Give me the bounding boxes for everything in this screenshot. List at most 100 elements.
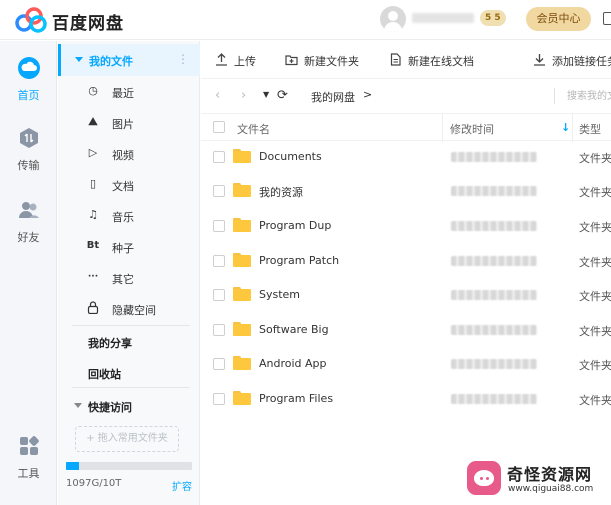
friends-icon: [18, 202, 39, 218]
modified-time-blurred: [451, 221, 537, 231]
back-icon[interactable]: ‹: [215, 88, 220, 103]
row-checkbox[interactable]: [213, 151, 225, 163]
online-doc-icon: [390, 53, 401, 66]
file-type: 文件夹: [579, 186, 611, 199]
level-badge: 5 5: [480, 10, 506, 26]
modified-time-blurred: [451, 186, 537, 196]
file-name[interactable]: Program Files: [259, 392, 333, 405]
row-checkbox[interactable]: [213, 289, 225, 301]
table-row[interactable]: System 文件夹: [201, 278, 611, 313]
modified-time-blurred: [451, 290, 537, 300]
row-checkbox[interactable]: [213, 393, 225, 405]
vip-center-button[interactable]: 会员中心: [526, 7, 591, 31]
more-vertical-icon[interactable]: ⋮: [177, 52, 189, 66]
quick-access-triangle-icon[interactable]: [74, 403, 82, 408]
column-header-name[interactable]: 文件名: [237, 121, 270, 137]
recycle-bin-link[interactable]: 回收站: [88, 366, 121, 382]
category-item-recent[interactable]: ◷ 最近: [86, 81, 196, 103]
search-divider: [554, 88, 555, 104]
file-name[interactable]: Android App: [259, 357, 327, 370]
rail-item-transfer[interactable]: 传输: [0, 127, 57, 173]
row-checkbox[interactable]: [213, 185, 225, 197]
top-header: 百度网盘 5 5 会员中心: [0, 0, 611, 40]
forward-icon[interactable]: ›: [241, 88, 246, 103]
site-watermark: 奇怪资源网 www.qiguai88.com: [463, 457, 611, 501]
table-row[interactable]: Android App 文件夹: [201, 347, 611, 382]
category-label: 视频: [112, 149, 134, 162]
modified-time-blurred: [451, 359, 537, 369]
navigation-row: ‹ › ▼ ⟳ 我的网盘 >: [201, 80, 611, 112]
column-divider[interactable]: [442, 114, 443, 142]
file-type: 文件夹: [579, 152, 611, 165]
category-label: 图片: [112, 118, 134, 131]
category-item-documents[interactable]: ▯ 文档: [86, 174, 196, 196]
category-item-hidden-space[interactable]: 隐藏空间: [86, 298, 196, 320]
rail-item-home[interactable]: 首页: [0, 57, 57, 103]
category-item-torrent[interactable]: Bt 种子: [86, 236, 196, 258]
category-item-images[interactable]: ⛰ 图片: [86, 112, 196, 134]
folder-icon: [233, 183, 251, 197]
left-rail: 首页 传输 好友 工具: [0, 41, 57, 505]
expand-storage-link[interactable]: 扩容: [172, 478, 192, 493]
avatar[interactable]: [380, 6, 406, 32]
sort-desc-icon[interactable]: ↓: [561, 121, 570, 134]
file-name[interactable]: Documents: [259, 150, 322, 163]
select-all-checkbox[interactable]: [213, 121, 225, 133]
row-checkbox[interactable]: [213, 358, 225, 370]
brand-title: 百度网盘: [52, 14, 124, 34]
file-name[interactable]: Program Patch: [259, 254, 339, 267]
column-divider[interactable]: [572, 114, 573, 142]
clock-icon: ◷: [88, 84, 98, 97]
breadcrumb[interactable]: 我的网盘: [311, 89, 355, 105]
storage-quota-text: 1097G/10T: [66, 478, 122, 489]
message-icon[interactable]: [603, 12, 611, 25]
history-dropdown-icon[interactable]: ▼: [263, 90, 269, 99]
watermark-logo-icon: [467, 461, 501, 495]
modified-time-blurred: [451, 152, 537, 162]
rail-label-transfer: 传输: [17, 159, 40, 172]
category-label: 其它: [112, 273, 134, 286]
file-name[interactable]: Program Dup: [259, 219, 331, 232]
category-item-video[interactable]: ▷ 视频: [86, 143, 196, 165]
table-row[interactable]: Program Dup 文件夹: [201, 209, 611, 244]
file-type: 文件夹: [579, 359, 611, 372]
row-checkbox[interactable]: [213, 255, 225, 267]
tools-icon: [19, 436, 39, 455]
folder-icon: [233, 149, 251, 163]
play-icon: ▷: [88, 146, 98, 159]
my-files-header[interactable]: 我的文件 ⋮: [58, 44, 200, 76]
file-name[interactable]: Software Big: [259, 323, 329, 336]
file-name[interactable]: System: [259, 288, 300, 301]
quick-access-header[interactable]: 快捷访问: [88, 399, 132, 415]
new-folder-icon: [285, 55, 298, 66]
rail-item-tools[interactable]: 工具: [0, 435, 57, 481]
table-row[interactable]: Software Big 文件夹: [201, 313, 611, 348]
category-item-other[interactable]: ··· 其它: [86, 267, 196, 289]
file-name[interactable]: 我的资源: [259, 184, 303, 200]
image-icon: ⛰: [88, 115, 98, 128]
folder-icon: [233, 322, 251, 336]
category-label: 种子: [112, 242, 134, 255]
search-input[interactable]: [567, 88, 611, 104]
table-row[interactable]: 我的资源 文件夹: [201, 174, 611, 209]
rail-label-friends: 好友: [17, 231, 40, 244]
my-share-link[interactable]: 我的分享: [88, 335, 132, 351]
collapse-triangle-icon[interactable]: [75, 57, 83, 62]
table-row[interactable]: Documents 文件夹: [201, 140, 611, 175]
row-checkbox[interactable]: [213, 220, 225, 232]
table-row[interactable]: Program Files 文件夹: [201, 382, 611, 417]
category-label: 最近: [112, 87, 134, 100]
table-row[interactable]: Program Patch 文件夹: [201, 244, 611, 279]
column-header-type[interactable]: 类型: [579, 121, 601, 137]
baidu-netdisk-logo-icon[interactable]: [14, 7, 48, 33]
folder-icon: [233, 391, 251, 405]
username-blurred[interactable]: [412, 13, 474, 23]
category-item-music[interactable]: ♫ 音乐: [86, 205, 196, 227]
refresh-icon[interactable]: ⟳: [277, 88, 288, 103]
category-panel: 我的文件 ⋮ ◷ 最近 ⛰ 图片 ▷ 视频 ▯ 文档 ♫ 音乐 Bt 种子 ··…: [58, 41, 200, 505]
column-header-modified[interactable]: 修改时间: [450, 121, 494, 137]
category-label: 音乐: [112, 211, 134, 224]
drag-folder-dropzone[interactable]: + 拖入常用文件夹: [75, 426, 179, 452]
rail-item-friends[interactable]: 好友: [0, 199, 57, 245]
row-checkbox[interactable]: [213, 324, 225, 336]
